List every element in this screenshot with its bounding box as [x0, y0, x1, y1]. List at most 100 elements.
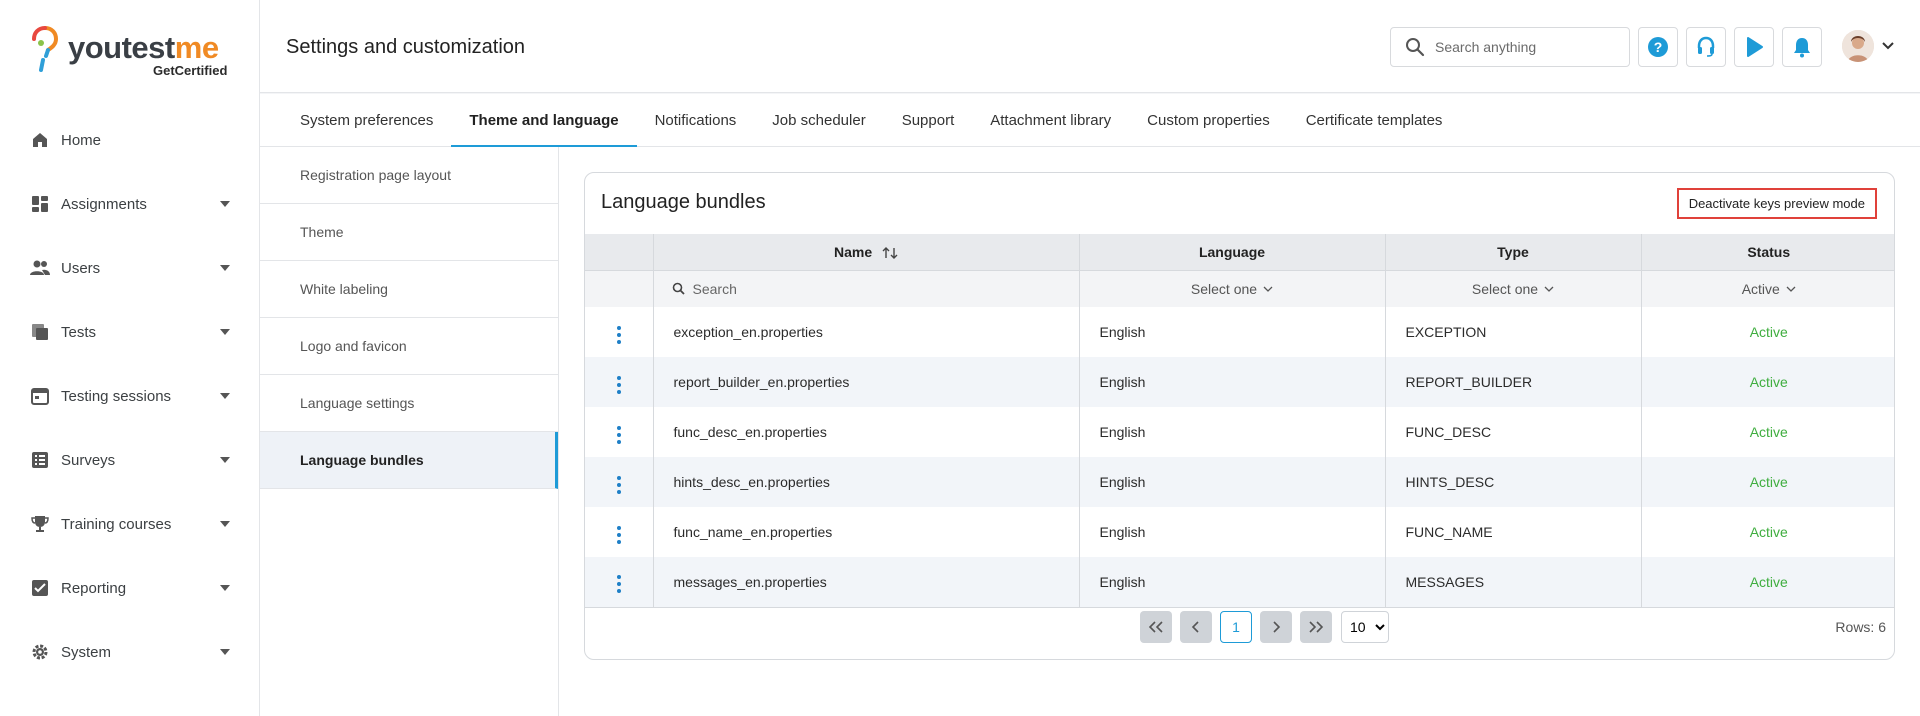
support-button[interactable]: [1686, 27, 1726, 67]
tab-certificate-templates[interactable]: Certificate templates: [1288, 94, 1461, 147]
search-input[interactable]: [1435, 39, 1615, 55]
search-icon: [672, 282, 685, 295]
logo-tagline: GetCertified: [153, 63, 228, 78]
subnav-language-settings[interactable]: Language settings: [260, 375, 558, 432]
tab-theme-and-language[interactable]: Theme and language: [451, 94, 637, 147]
sidebar-item-training-courses[interactable]: Training courses: [0, 492, 260, 556]
sidebar-item-system[interactable]: System: [0, 620, 260, 684]
sidebar-item-label: Training courses: [61, 515, 172, 533]
search-icon: [1406, 38, 1425, 57]
subnav-theme[interactable]: Theme: [260, 204, 558, 261]
language-filter-value: Select one: [1190, 280, 1258, 297]
status-cell: Active: [1641, 357, 1894, 407]
first-page-button[interactable]: [1140, 611, 1172, 643]
top-header: Settings and customization ?: [260, 0, 1920, 93]
status-cell: Active: [1749, 324, 1788, 340]
status-filter-dropdown[interactable]: Active: [1742, 281, 1796, 297]
table-row: exception_en.properties English EXCEPTIO…: [585, 307, 1894, 357]
chevron-down-icon: [1263, 286, 1273, 292]
subnav-registration-page-layout[interactable]: Registration page layout: [260, 147, 558, 204]
tests-icon: [30, 322, 50, 342]
main-content: Language bundles Deactivate keys preview…: [559, 147, 1920, 716]
tab-custom-properties[interactable]: Custom properties: [1129, 94, 1288, 147]
next-page-button[interactable]: [1260, 611, 1292, 643]
logo-word-part1: youtest: [68, 30, 175, 65]
global-search[interactable]: [1390, 27, 1630, 67]
status-cell: Active: [1641, 457, 1894, 507]
sidebar-item-label: Reporting: [61, 579, 127, 597]
sort-icon[interactable]: [882, 246, 898, 260]
chevron-down-icon[interactable]: [1882, 42, 1894, 50]
calendar-icon: [30, 386, 50, 406]
tab-attachment-library[interactable]: Attachment library: [972, 94, 1129, 147]
tab-notifications[interactable]: Notifications: [637, 94, 755, 147]
sidebar-item-reporting[interactable]: Reporting: [0, 556, 260, 620]
logo[interactable]: youtestme GetCertified: [32, 26, 232, 78]
help-button[interactable]: ?: [1638, 27, 1678, 67]
type-cell: EXCEPTION: [1385, 307, 1642, 357]
language-filter-dropdown[interactable]: Select one: [1191, 281, 1273, 297]
play-button[interactable]: [1734, 27, 1774, 67]
type-filter-dropdown[interactable]: Select one: [1472, 281, 1554, 297]
name-filter-input[interactable]: [692, 280, 993, 297]
deactivate-keys-preview-button[interactable]: Deactivate keys preview mode: [1676, 188, 1877, 219]
row-menu-icon[interactable]: [613, 472, 625, 498]
notifications-button[interactable]: [1782, 27, 1822, 67]
chevron-down-icon: [220, 329, 230, 335]
subnav-white-labeling[interactable]: White labeling: [260, 261, 558, 318]
row-menu-icon[interactable]: [613, 522, 625, 548]
status-filter-value: Active: [1741, 280, 1780, 297]
table-row: messages_en.properties English MESSAGES …: [585, 557, 1894, 608]
language-cell: English: [1079, 307, 1386, 357]
theme-language-subnav: Registration page layout Theme White lab…: [260, 147, 559, 716]
surveys-icon: [30, 450, 50, 470]
page-number-button[interactable]: 1: [1220, 611, 1252, 643]
row-menu-icon[interactable]: [613, 372, 625, 398]
avatar[interactable]: [1842, 30, 1874, 62]
status-column-header: Status: [1641, 234, 1894, 270]
reporting-icon: [30, 578, 50, 598]
row-actions-cell: [585, 407, 654, 457]
rows-per-page-select[interactable]: 10: [1341, 611, 1389, 643]
name-column-header[interactable]: Name: [653, 234, 1080, 270]
status-cell: Active: [1641, 557, 1894, 608]
prev-page-button[interactable]: [1180, 611, 1212, 643]
double-chevron-right-icon: [1309, 621, 1324, 633]
row-menu-icon[interactable]: [613, 322, 625, 348]
sidebar-item-assignments[interactable]: Assignments: [0, 172, 260, 236]
paginator: 1 10 Rows: 6: [585, 605, 1894, 645]
sidebar-item-tests[interactable]: Tests: [0, 300, 260, 364]
tab-system-preferences[interactable]: System preferences: [282, 94, 451, 147]
card-title: Language bundles: [601, 191, 766, 213]
language-cell: English: [1079, 357, 1386, 407]
rows-count: Rows: 6: [1835, 619, 1886, 635]
last-page-button[interactable]: [1300, 611, 1332, 643]
row-menu-icon[interactable]: [613, 422, 625, 448]
chevron-down-icon: [220, 201, 230, 207]
name-cell: exception_en.properties: [653, 307, 1080, 357]
subnav-language-bundles[interactable]: Language bundles: [260, 432, 558, 489]
language-cell: English: [1079, 407, 1386, 457]
sidebar-item-users[interactable]: Users: [0, 236, 260, 300]
language-filter-cell: Select one: [1079, 269, 1386, 307]
tab-job-scheduler[interactable]: Job scheduler: [754, 94, 883, 147]
home-icon: [30, 130, 50, 150]
row-actions-cell: [585, 357, 654, 407]
type-cell: REPORT_BUILDER: [1385, 357, 1642, 407]
tab-support[interactable]: Support: [884, 94, 973, 147]
name-cell: func_desc_en.properties: [653, 407, 1080, 457]
type-column-header: Type: [1385, 234, 1642, 270]
bell-icon: [1794, 38, 1810, 58]
sidebar-item-surveys[interactable]: Surveys: [0, 428, 260, 492]
name-filter-cell: [653, 269, 1080, 307]
chevron-down-icon: [1544, 286, 1554, 292]
sidebar-item-label: Surveys: [61, 451, 116, 469]
name-cell: messages_en.properties: [653, 557, 1080, 608]
table-row: report_builder_en.properties English REP…: [585, 357, 1894, 407]
sidebar-item-testing-sessions[interactable]: Testing sessions: [0, 364, 260, 428]
sidebar-item-home[interactable]: Home: [0, 108, 260, 172]
row-menu-icon[interactable]: [613, 571, 625, 597]
type-cell: MESSAGES: [1385, 557, 1642, 608]
subnav-logo-and-favicon[interactable]: Logo and favicon: [260, 318, 558, 375]
name-filter[interactable]: [654, 280, 1079, 297]
